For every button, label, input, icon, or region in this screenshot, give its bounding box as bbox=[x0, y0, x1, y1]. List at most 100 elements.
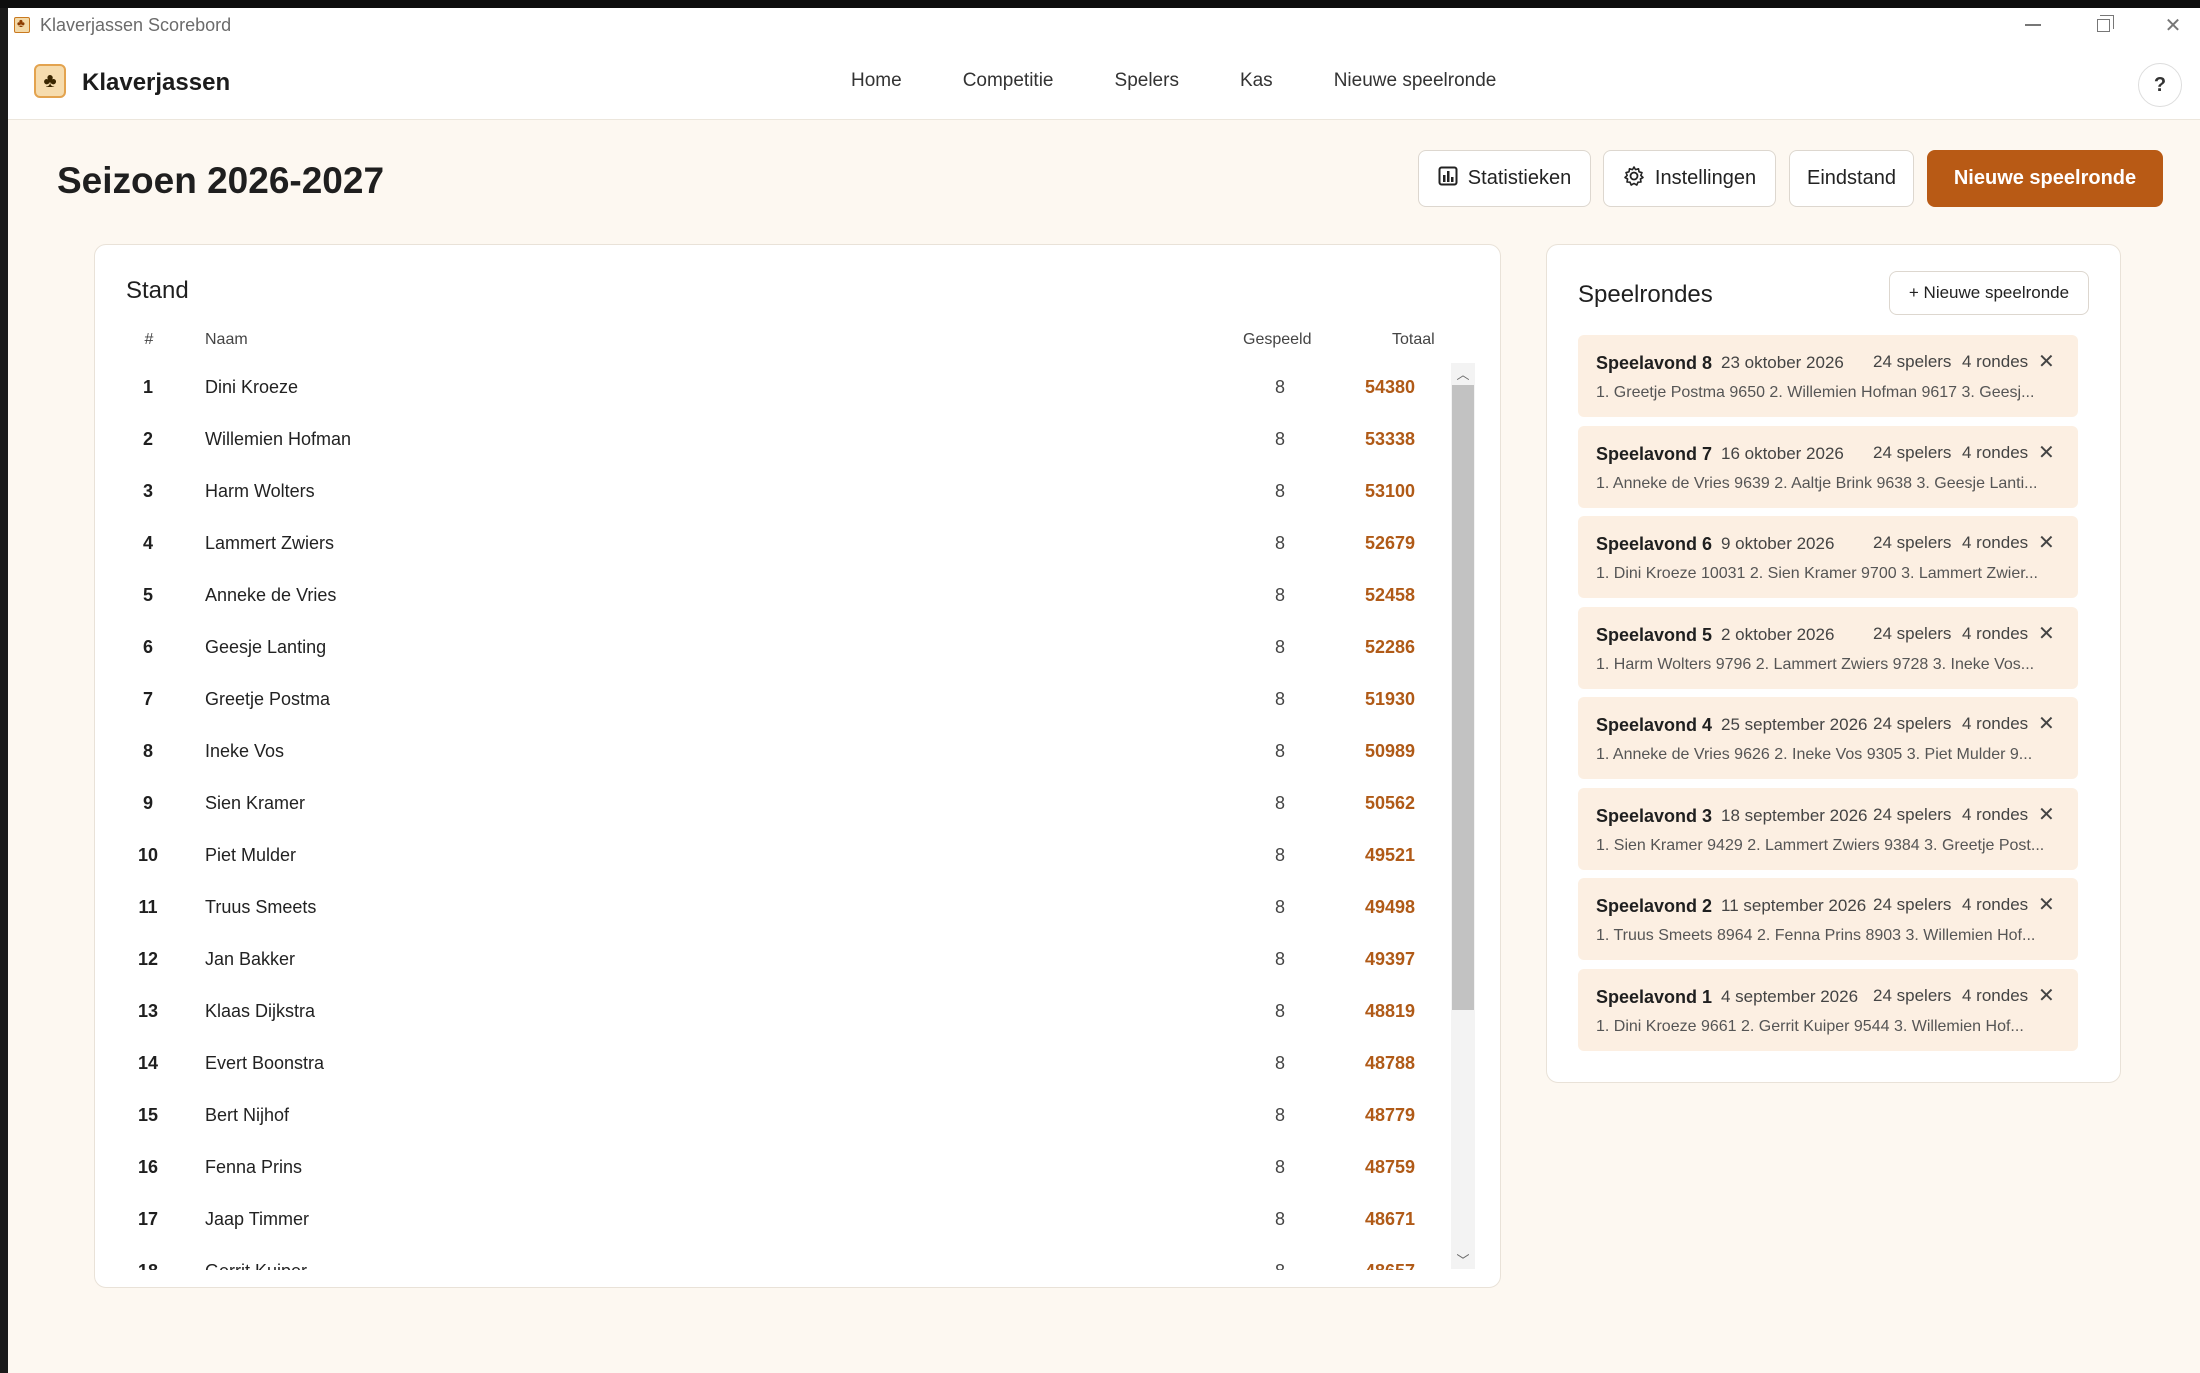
played-cell: 8 bbox=[1274, 793, 1285, 813]
round-count: 4 rondes bbox=[1962, 623, 2029, 643]
played-cell: 8 bbox=[1274, 689, 1285, 709]
settings-button[interactable]: Instellingen bbox=[1603, 150, 1776, 207]
round-title: Speelavond 6 bbox=[1596, 534, 1713, 554]
round-players: 24 spelers bbox=[1873, 714, 1952, 733]
chevron-up-icon[interactable]: ︿ bbox=[1451, 363, 1475, 383]
round-count: 4 rondes bbox=[1962, 714, 2029, 733]
nav-competitie[interactable]: Competitie bbox=[963, 70, 1054, 92]
close-icon[interactable]: ✕ bbox=[2038, 440, 2055, 465]
round-item[interactable]: Speelavond 8 23 oktober 2026 24 spelers 4 r… bbox=[1578, 335, 2078, 417]
table-row[interactable]: 2 Willemien Hofman 8 53338 bbox=[95, 415, 1445, 467]
rank-cell: 17 bbox=[137, 1209, 159, 1229]
rank-cell: 11 bbox=[138, 897, 158, 917]
table-row[interactable]: 17 Jaap Timmer 8 48671 bbox=[95, 1195, 1445, 1247]
round-item[interactable]: Speelavond 5 2 oktober 2026 24 spelers 4 ro… bbox=[1578, 606, 2078, 689]
rank-cell: 9 bbox=[142, 793, 153, 813]
played-cell: 8 bbox=[1274, 533, 1285, 553]
round-count: 4 rondes bbox=[1962, 533, 2029, 552]
played-cell: 8 bbox=[1274, 377, 1285, 397]
round-summary: 1. Anneke de Vries 9626 2. Ineke Vos 930… bbox=[1596, 746, 2033, 763]
total-score: 52286 bbox=[1364, 637, 1415, 657]
played-cell: 8 bbox=[1274, 1105, 1285, 1125]
table-row[interactable]: 12 Jan Bakker 8 49397 bbox=[95, 935, 1445, 987]
close-window-button[interactable]: ✕ bbox=[2138, 8, 2200, 42]
played-cell: 8 bbox=[1274, 1001, 1285, 1021]
round-item[interactable]: Speelavond 3 18 september 2026 24 spelers 4… bbox=[1578, 787, 2078, 870]
standings-scrollbar[interactable]: ︿ ﹀ bbox=[1451, 363, 1475, 1269]
player-name: Bert Nijhof bbox=[205, 1105, 290, 1125]
table-row[interactable]: 18 Gerrit Kuiper 8 48657 bbox=[95, 1247, 1445, 1270]
rank-cell: 2 bbox=[142, 429, 153, 449]
round-item[interactable]: Speelavond 1 4 september 2026 24 spelers 4 … bbox=[1578, 968, 2078, 1051]
player-name: Greetje Postma bbox=[205, 689, 331, 709]
maximize-button[interactable] bbox=[2068, 8, 2138, 42]
table-row[interactable]: 9 Sien Kramer 8 50562 bbox=[95, 779, 1445, 831]
player-name: Harm Wolters bbox=[205, 481, 315, 501]
round-item[interactable]: Speelavond 4 25 september 2026 24 spelers 4… bbox=[1578, 697, 2078, 779]
total-score: 52458 bbox=[1364, 585, 1415, 605]
nav-nieuwe-speelronde[interactable]: Nieuwe speelronde bbox=[1334, 70, 1497, 92]
bar-chart-icon bbox=[1438, 166, 1458, 192]
close-icon[interactable]: ✕ bbox=[2038, 802, 2055, 827]
table-row[interactable]: 4 Lammert Zwiers 8 52679 bbox=[95, 519, 1445, 571]
table-row[interactable]: 15 Bert Nijhof 8 48779 bbox=[95, 1091, 1445, 1143]
table-row[interactable]: 5 Anneke de Vries 8 52458 bbox=[95, 571, 1445, 623]
page-title: Seizoen 2026-2027 bbox=[57, 160, 385, 201]
table-row[interactable]: 3 Harm Wolters 8 53100 bbox=[95, 467, 1445, 519]
total-score: 54380 bbox=[1364, 377, 1415, 397]
close-icon[interactable]: ✕ bbox=[2038, 711, 2055, 736]
player-name: Ineke Vos bbox=[205, 741, 285, 761]
round-summary: 1. Greetje Postma 9650 2. Willemien Hofm… bbox=[1596, 384, 2035, 401]
round-title: Speelavond 7 bbox=[1596, 443, 1713, 464]
round-count: 4 rondes bbox=[1962, 442, 2029, 462]
close-icon[interactable]: ✕ bbox=[2038, 530, 2055, 555]
table-row[interactable]: 6 Geesje Lanting 8 52286 bbox=[95, 623, 1445, 675]
new-round-button[interactable]: Nieuwe speelronde bbox=[1927, 150, 2163, 207]
add-round-button[interactable]: + Nieuwe speelronde bbox=[1889, 271, 2089, 315]
played-cell: 8 bbox=[1274, 637, 1285, 657]
player-name: Anneke de Vries bbox=[205, 585, 337, 605]
round-item[interactable]: Speelavond 7 16 oktober 2026 24 spelers 4 r… bbox=[1578, 425, 2078, 508]
table-row[interactable]: 13 Klaas Dijkstra 8 48819 bbox=[95, 987, 1445, 1039]
table-row[interactable]: 16 Fenna Prins 8 48759 bbox=[95, 1143, 1445, 1195]
close-icon[interactable]: ✕ bbox=[2038, 892, 2055, 917]
total-score: 48779 bbox=[1364, 1105, 1415, 1125]
table-row[interactable]: 11 Truus Smeets 8 49498 bbox=[95, 883, 1445, 935]
rank-cell: 10 bbox=[137, 845, 159, 865]
nav-spelers[interactable]: Spelers bbox=[1115, 70, 1179, 92]
played-cell: 8 bbox=[1274, 845, 1285, 865]
close-icon[interactable]: ✕ bbox=[2038, 621, 2055, 646]
table-row[interactable]: 8 Ineke Vos 8 50989 bbox=[95, 727, 1445, 779]
minimize-button[interactable] bbox=[1998, 8, 2068, 42]
minimize-icon bbox=[2025, 24, 2041, 26]
standings-list[interactable]: 1 Dini Kroeze 8 54380 2 Willemien Hofman 8 5333… bbox=[95, 363, 1445, 1270]
nav-home[interactable]: Home bbox=[851, 70, 902, 92]
close-icon[interactable]: ✕ bbox=[2038, 349, 2055, 374]
scrollbar-thumb[interactable] bbox=[1452, 385, 1474, 1010]
round-count: 4 rondes bbox=[1962, 985, 2029, 1005]
table-row[interactable]: 1 Dini Kroeze 8 54380 bbox=[95, 363, 1445, 415]
played-cell: 8 bbox=[1274, 1157, 1285, 1177]
final-standings-button[interactable]: Eindstand bbox=[1789, 150, 1914, 207]
total-score: 53100 bbox=[1364, 481, 1415, 501]
chevron-down-icon[interactable]: ﹀ bbox=[1451, 1249, 1475, 1269]
nav-kas[interactable]: Kas bbox=[1240, 70, 1273, 92]
table-row[interactable]: 7 Greetje Postma 8 51930 bbox=[95, 675, 1445, 727]
round-players: 24 spelers bbox=[1873, 533, 1952, 552]
close-icon[interactable]: ✕ bbox=[2038, 983, 2055, 1008]
round-item[interactable]: Speelavond 2 11 september 2026 24 spelers 4… bbox=[1578, 878, 2078, 960]
player-name: Truus Smeets bbox=[205, 897, 317, 917]
total-score: 50989 bbox=[1364, 741, 1415, 761]
column-total: Totaal bbox=[1392, 331, 1435, 348]
round-players: 24 spelers bbox=[1873, 352, 1952, 371]
round-item[interactable]: Speelavond 6 9 oktober 2026 24 spelers 4 ro… bbox=[1578, 516, 2078, 598]
settings-label: Instellingen bbox=[1654, 167, 1757, 189]
help-button[interactable]: ? bbox=[2138, 63, 2182, 107]
table-row[interactable]: 10 Piet Mulder 8 49521 bbox=[95, 831, 1445, 883]
total-score: 49521 bbox=[1364, 845, 1415, 865]
table-row[interactable]: 14 Evert Boonstra 8 48788 bbox=[95, 1039, 1445, 1091]
statistics-button[interactable]: Statistieken bbox=[1418, 150, 1591, 207]
player-name: Geesje Lanting bbox=[205, 637, 327, 657]
player-name: Jaap Timmer bbox=[205, 1209, 310, 1229]
round-players: 24 spelers bbox=[1873, 442, 1952, 462]
